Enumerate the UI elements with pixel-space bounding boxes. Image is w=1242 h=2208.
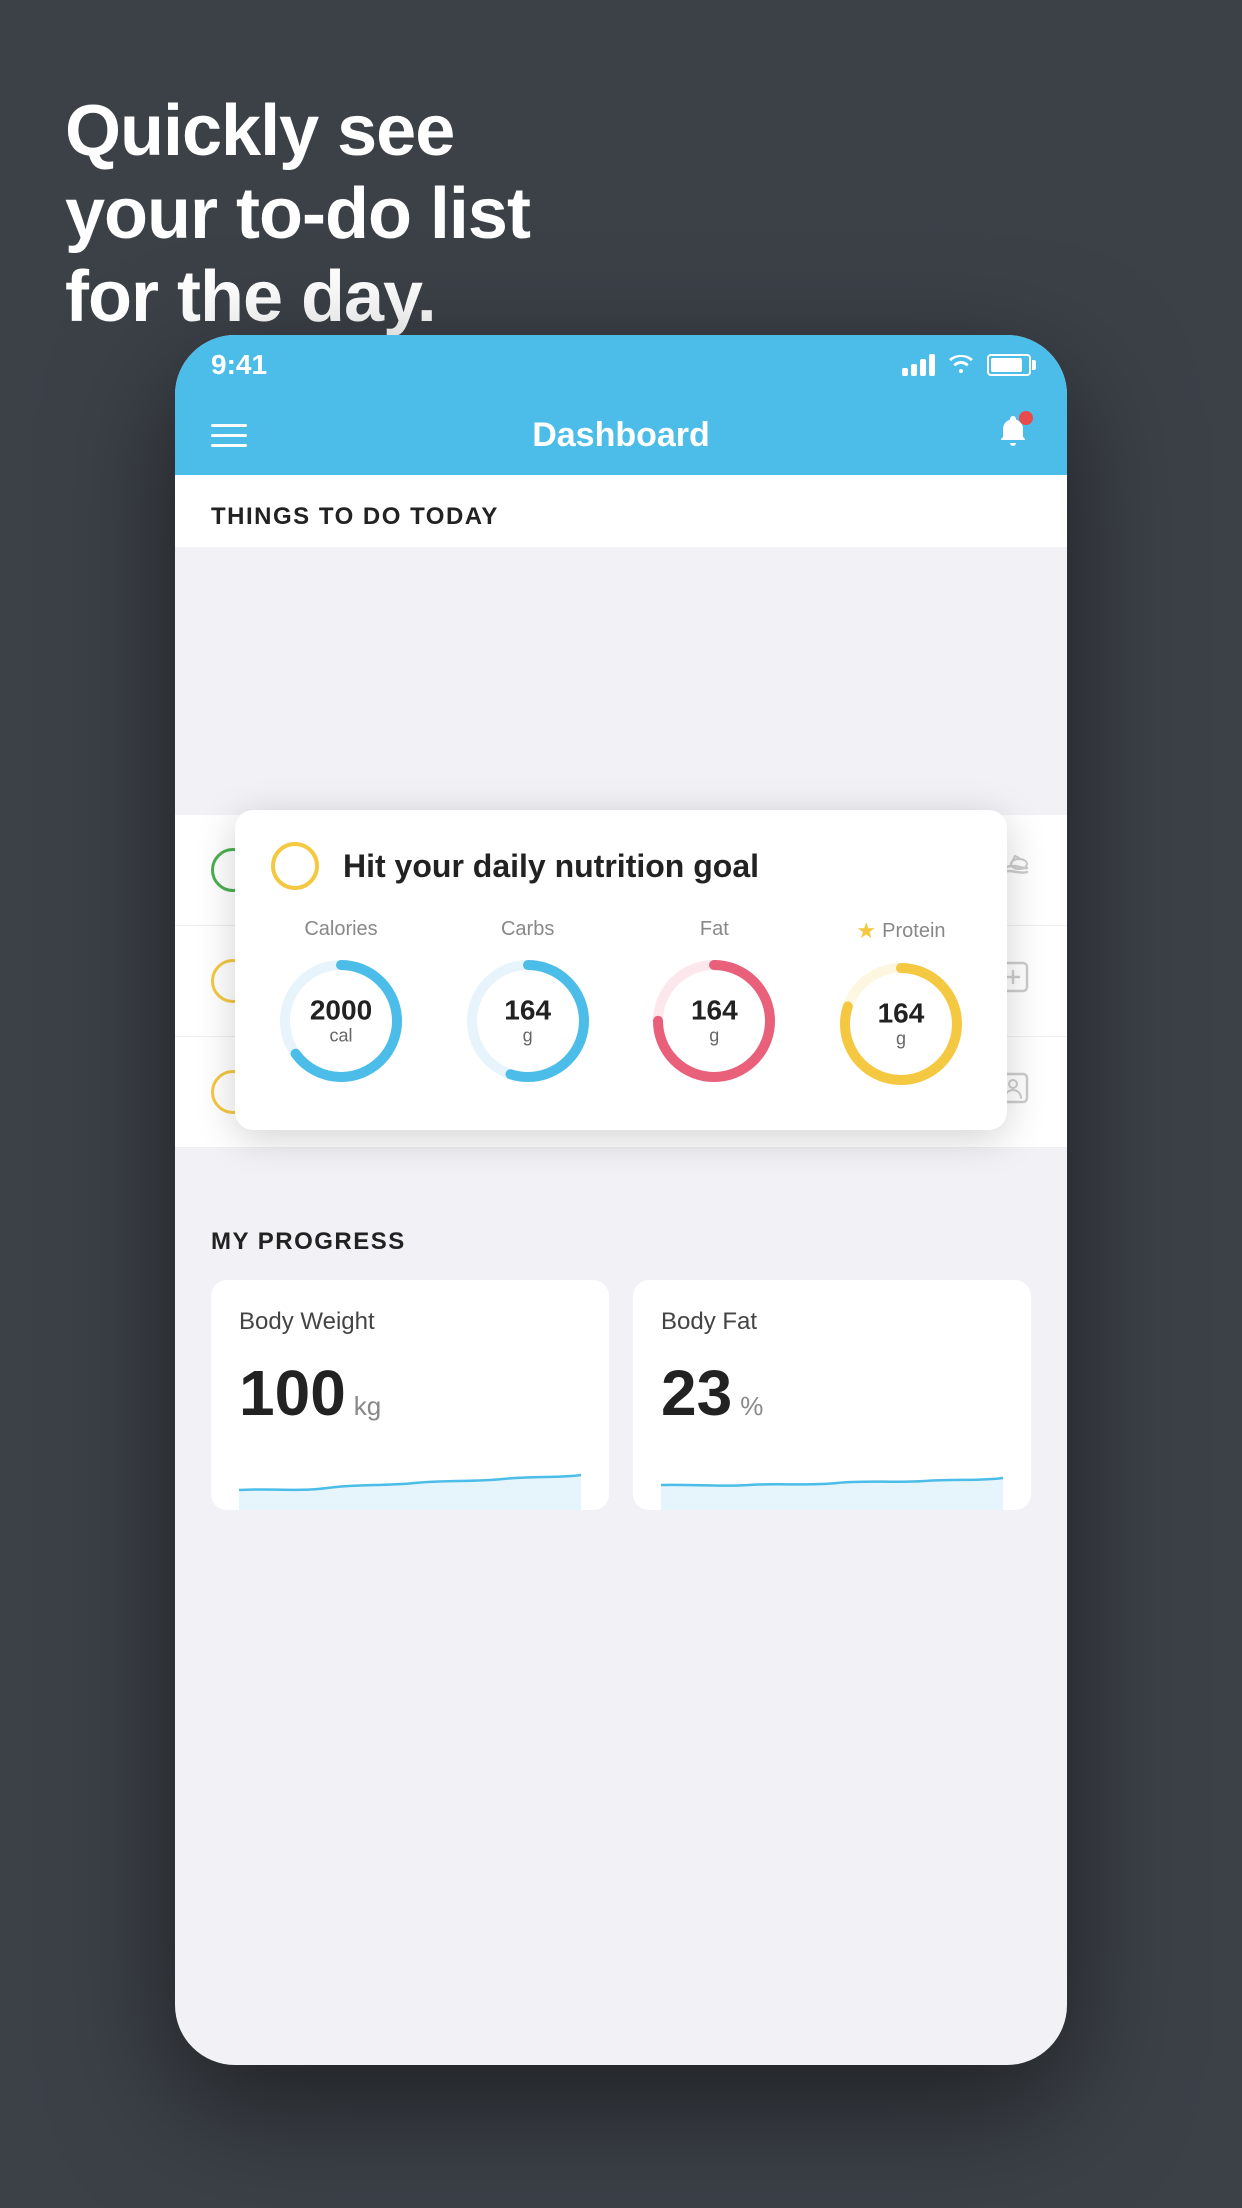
progress-cards: Body Weight 100 kg Body Fat 23 % <box>211 1280 1031 1510</box>
headline-line2: your to-do list <box>65 174 530 254</box>
star-icon: ★ <box>856 918 876 944</box>
nutrient-fat: Fat 164 g <box>644 918 784 1091</box>
fat-label: Fat <box>700 918 729 941</box>
status-time: 9:41 <box>211 349 267 381</box>
calories-label: Calories <box>304 918 377 941</box>
nutrient-protein: ★ Protein 164 g <box>831 918 971 1094</box>
body-weight-card[interactable]: Body Weight 100 kg <box>211 1280 609 1510</box>
fat-unit: g <box>691 1027 738 1047</box>
nutrition-card: Hit your daily nutrition goal Calories 2… <box>235 810 1007 1130</box>
headline-line3: for the day. <box>65 257 436 337</box>
calories-ring: 2000 cal <box>271 951 411 1091</box>
wifi-icon <box>947 351 975 379</box>
progress-header: MY PROGRESS <box>211 1228 1031 1256</box>
protein-label: Protein <box>882 920 945 943</box>
body-weight-unit: kg <box>354 1391 381 1422</box>
notification-button[interactable] <box>995 413 1031 458</box>
carbs-value: 164 <box>504 996 551 1027</box>
goal-circle <box>271 842 319 890</box>
calories-unit: cal <box>310 1027 372 1047</box>
body-weight-chart <box>239 1450 581 1510</box>
body-fat-title: Body Fat <box>661 1308 1003 1336</box>
progress-section: MY PROGRESS Body Weight 100 kg Body F <box>175 1188 1067 1540</box>
fat-value: 164 <box>691 996 738 1027</box>
status-bar: 9:41 <box>175 335 1067 395</box>
nutrient-carbs: Carbs 164 g <box>458 918 598 1091</box>
body-weight-value-row: 100 kg <box>239 1356 581 1430</box>
body-weight-value: 100 <box>239 1356 346 1430</box>
carbs-label: Carbs <box>501 918 554 941</box>
protein-unit: g <box>878 1030 925 1050</box>
carbs-ring: 164 g <box>458 951 598 1091</box>
body-fat-value-row: 23 % <box>661 1356 1003 1430</box>
nutrition-circles: Calories 2000 cal Carbs <box>271 918 971 1094</box>
menu-button[interactable] <box>211 424 247 447</box>
body-fat-chart <box>661 1450 1003 1510</box>
phone-frame: 9:41 Dashboard <box>175 335 1067 2065</box>
nutrient-calories: Calories 2000 cal <box>271 918 411 1091</box>
things-todo-header: THINGS TO DO TODAY <box>175 475 1067 547</box>
carbs-unit: g <box>504 1027 551 1047</box>
nav-bar: Dashboard <box>175 395 1067 475</box>
notification-dot <box>1019 411 1033 425</box>
headline: Quickly see your to-do list for the day. <box>65 90 530 338</box>
nav-title: Dashboard <box>532 416 710 455</box>
status-icons <box>902 351 1031 379</box>
protein-label-row: ★ Protein <box>856 918 945 944</box>
signal-icon <box>902 354 935 376</box>
nutrition-goal-text: Hit your daily nutrition goal <box>343 848 759 885</box>
protein-ring: 164 g <box>831 954 971 1094</box>
body-weight-title: Body Weight <box>239 1308 581 1336</box>
calories-value: 2000 <box>310 996 372 1027</box>
protein-value: 164 <box>878 999 925 1030</box>
fat-ring: 164 g <box>644 951 784 1091</box>
body-fat-unit: % <box>740 1391 763 1422</box>
body-fat-value: 23 <box>661 1356 732 1430</box>
headline-line1: Quickly see <box>65 91 454 171</box>
body-fat-card[interactable]: Body Fat 23 % <box>633 1280 1031 1510</box>
battery-icon <box>987 354 1031 376</box>
nutrition-goal-row: Hit your daily nutrition goal <box>271 842 971 890</box>
